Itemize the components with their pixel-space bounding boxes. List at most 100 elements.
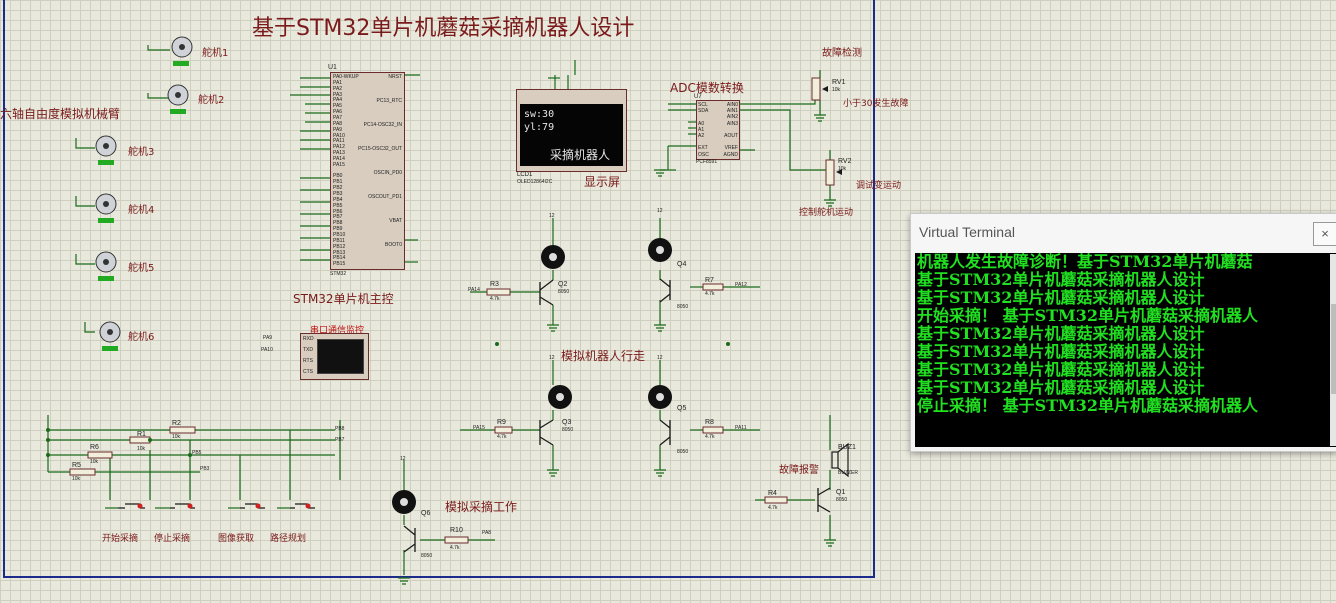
supply-label-q4: 12 (657, 208, 663, 214)
virtual-terminal-title: Virtual Terminal (919, 224, 1015, 240)
r10-value: 4.7k (450, 545, 460, 551)
walk-label: 模拟机器人行走 (561, 349, 646, 363)
serial-monitor[interactable]: RXD TXD RTS CTS (300, 333, 369, 380)
button-image-capture[interactable]: 图像获取 (218, 531, 254, 544)
q6-net: PA8 (482, 530, 492, 536)
pick-label: 模拟采摘工作 (445, 500, 518, 514)
serial-net-pa9: PA9 (263, 335, 273, 341)
terminal-line: 基于STM32单片机蘑菇采摘机器人设计 (917, 288, 1205, 307)
q1-ref: Q1 (836, 489, 846, 496)
pin-label: PC13_RTC (376, 98, 402, 104)
terminal-line: 基于STM32单片机蘑菇采摘机器人设计 (917, 360, 1205, 379)
button-stop-pick[interactable]: 停止采摘 (154, 531, 190, 544)
terminal-line: 开始采摘！ 基于STM32单片机蘑菇采摘机器人 (917, 306, 1259, 325)
q2-net: PA14 (468, 287, 480, 293)
pot1-side-label: 小于30发生故障 (843, 99, 909, 109)
mcu-body[interactable]: PA0-WKUP PA1 PA2 PA3 PA4 PA5 PA6 PA7 PA8 PA9 PA10 P… (330, 72, 405, 277)
arm-label: 六轴自由度模拟机械臂 (0, 107, 121, 121)
close-icon[interactable]: × (1313, 222, 1336, 246)
pin-label: OSC (698, 151, 709, 158)
pin-label: A1 (698, 126, 705, 133)
q4-net: PA12 (735, 282, 747, 288)
lcd-screen: sw:30 yl:79 采摘机器人 (520, 104, 623, 166)
pin-label: OSCOUT_PD1 (368, 194, 402, 200)
serial-pin-rts: RTS (303, 358, 313, 364)
adc-chip[interactable]: SCL SDA A0 A1 A2 EXT OSC AIN0 AIN1 AIN2 AIN3 AOUT V… (696, 100, 740, 160)
button-path-plan[interactable]: 路径规划 (270, 531, 306, 544)
r7-value: 4.7k (705, 291, 715, 297)
buzzer-ref: BUZ1 (838, 444, 856, 451)
supply-label-q6: 12 (400, 456, 406, 462)
q2-ref: Q2 (558, 281, 568, 288)
pin-label: AOUT (724, 133, 738, 139)
virtual-terminal-output[interactable]: 机器人发生故障诊断！基于STM32单片机蘑菇 基于STM32单片机蘑菇采摘机器人… (915, 253, 1336, 447)
servo-label-4: 舵机4 (128, 205, 155, 216)
r6-ref: R6 (90, 444, 99, 451)
r3-value: 4.7k (490, 296, 500, 302)
q4-part: 8050 (677, 304, 689, 310)
terminal-line: 基于STM32单片机蘑菇采摘机器人设计 (917, 378, 1205, 397)
pin-label: VREF (724, 145, 738, 152)
r8-ref: R8 (705, 419, 714, 426)
q6-part: 8050 (421, 553, 433, 559)
q5-part: 8050 (677, 449, 689, 455)
r9-value: 4.7k (497, 434, 507, 440)
r1-value: 10k (137, 446, 146, 452)
pin-label: SCL (698, 102, 708, 108)
r5-ref: R5 (72, 462, 81, 469)
q5-net: PA11 (735, 425, 747, 431)
terminal-line: 基于STM32单片机蘑菇采摘机器人设计 (917, 270, 1205, 289)
mcu-ref: U1 (328, 64, 337, 71)
q5-ref: Q5 (677, 405, 687, 412)
virtual-terminal-window[interactable]: Virtual Terminal × 机器人发生故障诊断！基于STM32单片机蘑… (910, 213, 1336, 452)
button-start-pick[interactable]: 开始采摘 (102, 531, 138, 544)
q6-ref: Q6 (421, 510, 431, 517)
pin-label: PB15 (333, 261, 346, 268)
r5-value: 10k (72, 476, 81, 482)
servo-label-6: 舵机6 (128, 332, 155, 343)
buzzer-part: BUZZER (838, 470, 858, 476)
lcd-line-1: sw:30 (524, 109, 555, 120)
q3-net: PA15 (473, 425, 485, 431)
mcu-part: STM32 (330, 271, 347, 277)
adc-part: PCF8591 (696, 159, 718, 165)
pin-label: A2 (698, 133, 705, 139)
terminal-scrollbar[interactable] (1330, 254, 1336, 446)
lcd-ref: LCD1 (517, 172, 533, 178)
r7-ref: R7 (705, 277, 714, 284)
pot1-top-label: 故障检测 (822, 48, 862, 59)
pot2-bottom-label: 控制舵机运动 (799, 208, 854, 218)
r4-ref: R4 (768, 490, 777, 497)
terminal-line: 机器人发生故障诊断！基于STM32单片机蘑菇 (917, 253, 1253, 271)
terminal-scrollbar-thumb[interactable] (1331, 304, 1336, 394)
q2-part: 8050 (558, 289, 570, 295)
r4-value: 4.7k (768, 505, 778, 511)
pin-label: EXT (698, 145, 708, 152)
r9-ref: R9 (497, 419, 506, 426)
serial-pin-cts: CTS (303, 369, 313, 375)
q4-ref: Q4 (677, 261, 687, 268)
virtual-terminal-titlebar[interactable]: Virtual Terminal × (911, 214, 1336, 250)
pin-label: SDA (698, 108, 709, 115)
q3-ref: Q3 (562, 419, 572, 426)
servo-label-5: 舵机5 (128, 263, 155, 274)
mcu-label: STM32单片机主控 (293, 292, 394, 306)
lcd-line-2: yl:79 (524, 122, 555, 133)
adc-label: ADC模数转换 (670, 81, 744, 95)
r3-ref: R3 (490, 281, 499, 288)
r1-ref: R1 (137, 431, 146, 438)
pin-label: AIN1 (726, 108, 738, 115)
pin-label: AIN0 (726, 102, 738, 108)
pin-label: AIN3 (726, 120, 738, 127)
serial-net-pa10: PA10 (261, 347, 273, 353)
lcd-module[interactable]: sw:30 yl:79 采摘机器人 (516, 89, 627, 172)
r5-net: PB3 (200, 466, 210, 472)
terminal-line: 基于STM32单片机蘑菇采摘机器人设计 (917, 324, 1205, 343)
terminal-line: 基于STM32单片机蘑菇采摘机器人设计 (917, 342, 1205, 361)
pin-label: AIN2 (726, 114, 738, 121)
r6-value: 10k (90, 459, 99, 465)
r10-ref: R10 (450, 527, 463, 534)
pin-label: VBAT (389, 218, 402, 224)
servo-label-2: 舵机2 (198, 95, 225, 106)
pot1-value: 10k (832, 87, 841, 93)
